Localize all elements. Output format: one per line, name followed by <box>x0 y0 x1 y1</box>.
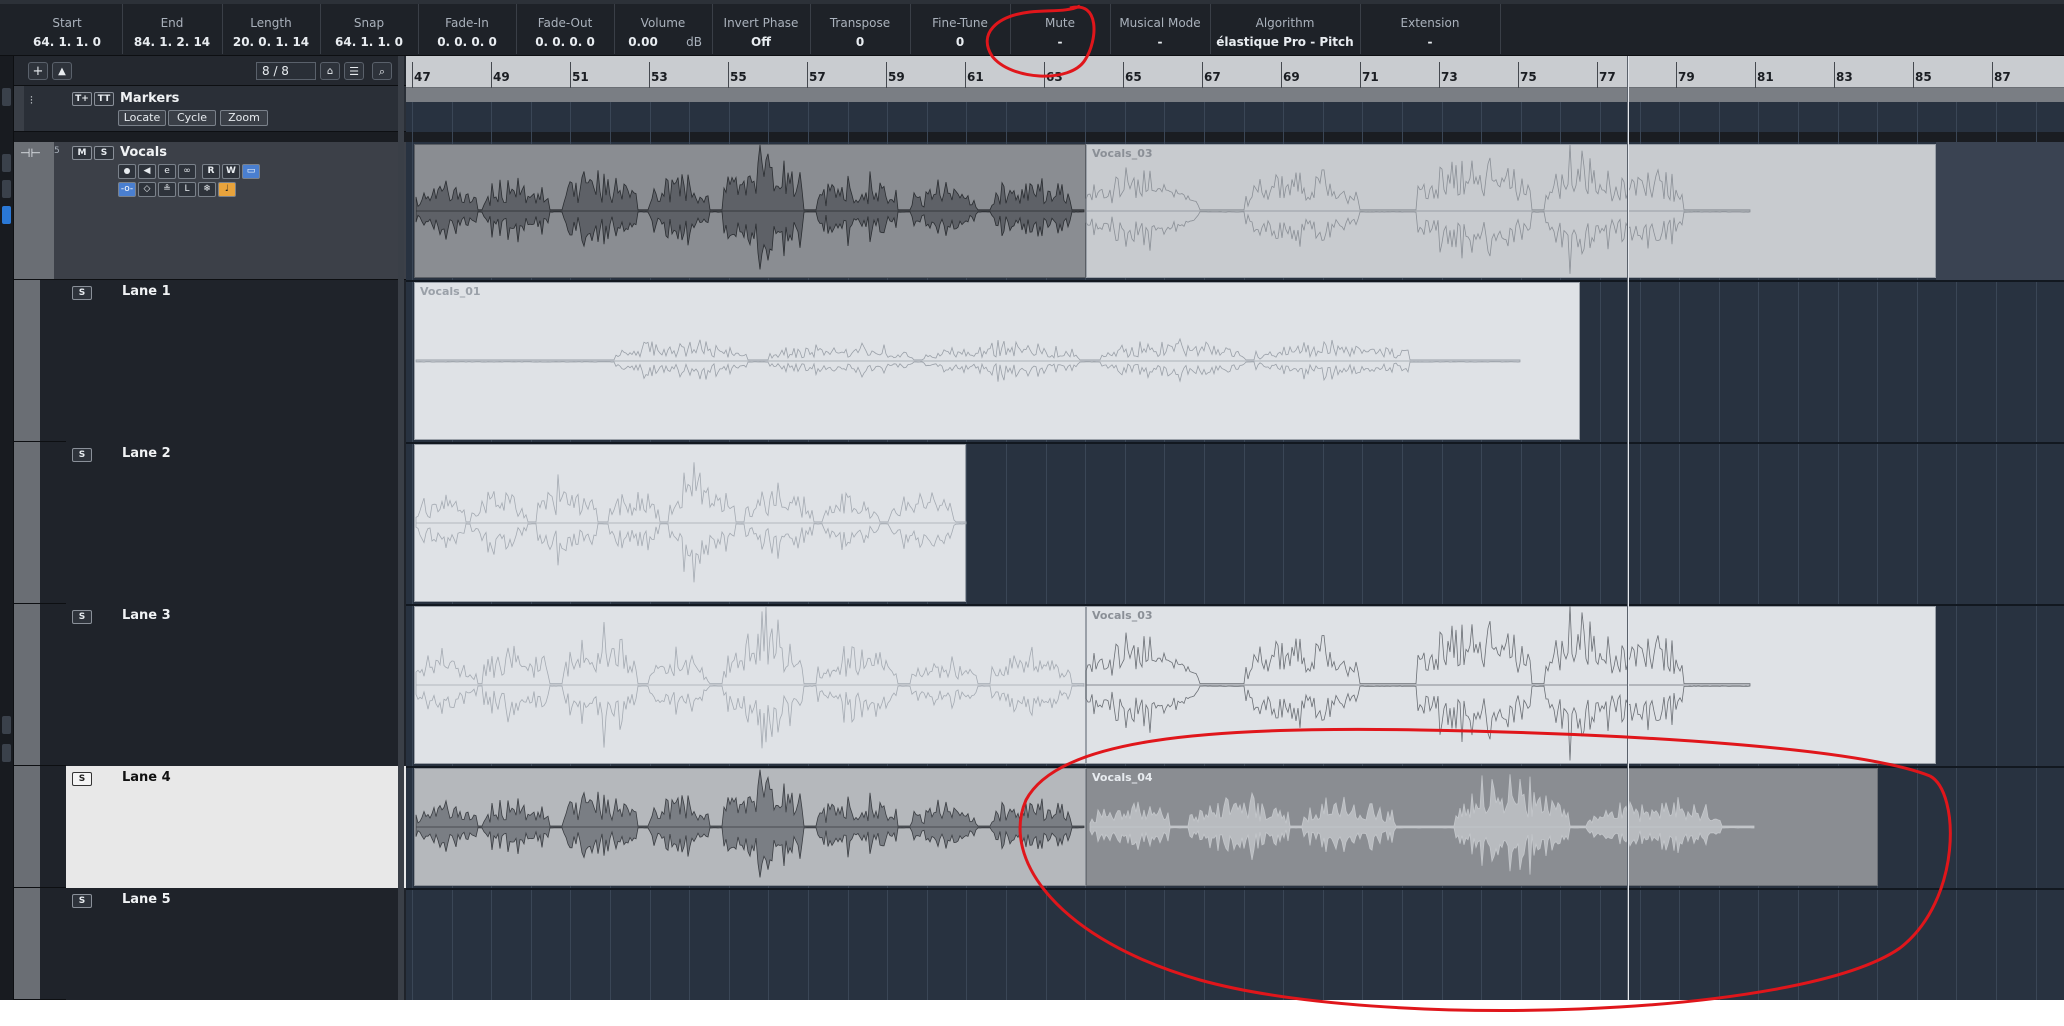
waveform-svg <box>1089 774 1755 875</box>
lane-separator <box>406 888 2064 890</box>
window-bottom <box>0 1000 2064 1026</box>
waveform <box>1089 774 1755 875</box>
lane-separator <box>406 766 2064 768</box>
lane-separator <box>406 442 2064 444</box>
lane-separator <box>406 604 2064 606</box>
project-cursor[interactable] <box>1627 56 1629 1000</box>
lane-separator <box>406 280 2064 282</box>
